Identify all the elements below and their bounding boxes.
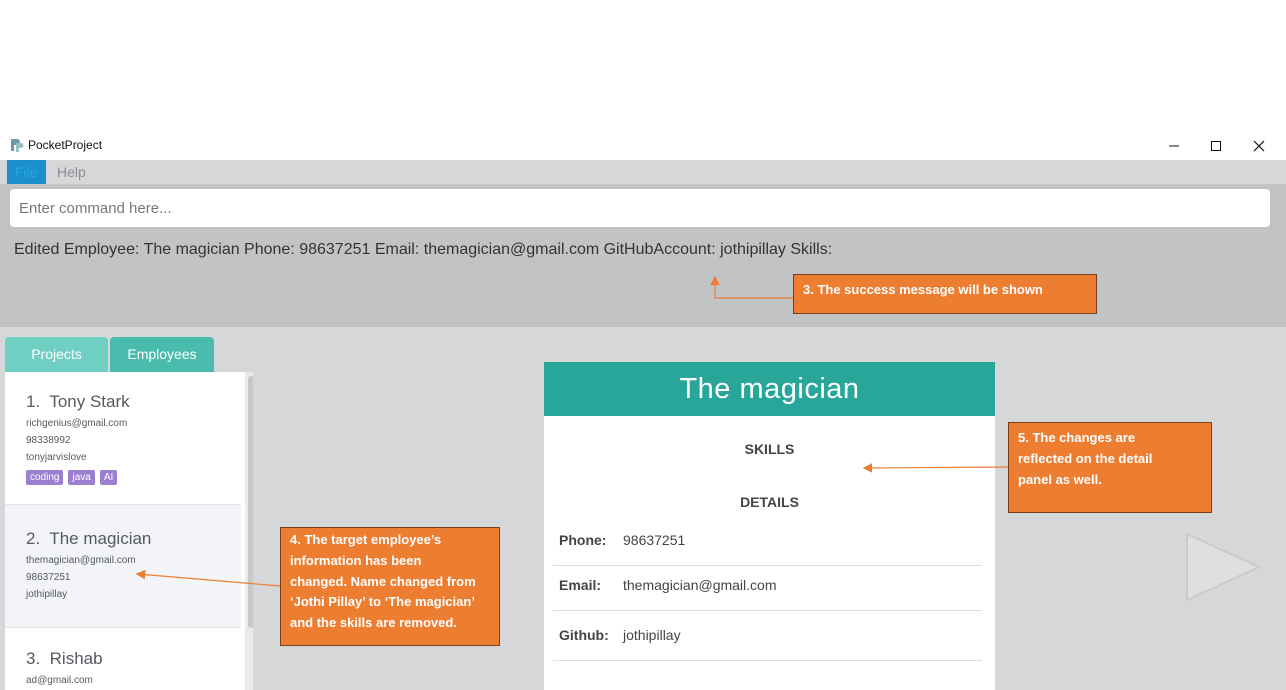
employee-card-3[interactable]: 3. Rishab ad@gmail.com <box>5 628 241 690</box>
employee-phone: 98338992 <box>26 435 71 446</box>
annotation-note-3: 3. The success message will be shown <box>793 274 1097 314</box>
result-display: Edited Employee: The magician Phone: 986… <box>14 241 833 258</box>
employee-name-text: Rishab <box>49 649 103 668</box>
annotation-line: ‘Jothi Pillay’ to ‘The magician’ <box>290 594 475 610</box>
annotation-line: panel as well. <box>1018 472 1102 487</box>
employee-name: 2. The magician <box>26 529 151 549</box>
detail-row-email: Email: themagician@gmail.com <box>553 561 982 611</box>
app-logo-icon <box>11 139 24 152</box>
employee-name: 1. Tony Stark <box>26 392 130 412</box>
maximize-icon <box>1211 141 1221 151</box>
annotation-line: 3. The success message will be shown <box>803 282 1043 297</box>
play-icon[interactable] <box>1184 532 1262 602</box>
employee-list: 1. Tony Stark richgenius@gmail.com 98338… <box>5 372 253 690</box>
employee-email: ad@gmail.com <box>26 675 93 686</box>
annotation-line: changed. Name changed from <box>290 573 476 589</box>
annotation-line: and the skills are removed. <box>290 615 457 631</box>
employee-card-1[interactable]: 1. Tony Stark richgenius@gmail.com 98338… <box>5 372 241 505</box>
skill-tag: java <box>68 470 95 485</box>
annotation-line: 4. The target employee’s <box>290 532 442 547</box>
minimize-icon <box>1169 145 1179 147</box>
annotation-line: 5. The changes are <box>1018 430 1136 445</box>
menu-file[interactable]: File <box>7 160 46 184</box>
skills-heading: SKILLS <box>744 441 795 457</box>
annotation-line: reflected on the detail <box>1018 451 1153 466</box>
close-icon <box>1253 140 1265 152</box>
detail-label: Email: <box>559 577 602 593</box>
employee-index: 1. <box>26 392 41 411</box>
employee-github: jothipillay <box>26 589 68 600</box>
detail-row-phone: Phone: 98637251 <box>553 516 982 566</box>
scrollbar-thumb[interactable] <box>248 376 253 628</box>
detail-row-github: Github: jothipillay <box>553 611 982 661</box>
employee-card-2[interactable]: 2. The magician themagician@gmail.com 98… <box>5 505 241 628</box>
menu-bar: File Help <box>0 160 1286 184</box>
employee-name-text: Tony Stark <box>49 392 130 411</box>
detail-label: Phone: <box>559 532 607 548</box>
menu-help[interactable]: Help <box>49 160 94 184</box>
detail-label: Github: <box>559 627 609 643</box>
employee-detail-panel: The magician SKILLS DETAILS Phone: 98637… <box>544 362 995 690</box>
close-button[interactable] <box>1237 132 1281 160</box>
list-scrollbar[interactable] <box>245 372 253 690</box>
skill-tag: AI <box>99 470 118 485</box>
window-title: PocketProject <box>28 138 103 152</box>
employee-name-text: The magician <box>49 529 152 548</box>
employee-index: 2. <box>26 529 41 548</box>
employee-email: themagician@gmail.com <box>26 555 136 566</box>
annotation-note-4: 4. The target employee’s information has… <box>280 527 500 646</box>
detail-value: jothipillay <box>623 627 681 643</box>
title-bar: PocketProject <box>0 132 1286 160</box>
detail-value: 98637251 <box>623 532 686 548</box>
employee-index: 3. <box>26 649 41 668</box>
annotation-note-5: 5. The changes are reflected on the deta… <box>1008 422 1212 513</box>
detail-value: themagician@gmail.com <box>623 577 777 593</box>
details-heading: DETAILS <box>740 494 799 510</box>
employee-email: richgenius@gmail.com <box>26 418 128 429</box>
minimize-button[interactable] <box>1152 132 1196 160</box>
employee-name: 3. Rishab <box>26 649 103 669</box>
employee-phone: 98637251 <box>26 572 71 583</box>
skill-tag: coding <box>26 470 64 485</box>
employee-github: tonyjarvislove <box>26 452 87 463</box>
screen: PocketProject File Help Edited Employee:… <box>0 0 1286 690</box>
maximize-button[interactable] <box>1194 132 1238 160</box>
tab-projects[interactable]: Projects <box>5 337 108 372</box>
tab-employees[interactable]: Employees <box>110 337 214 372</box>
skill-tags: coding java AI <box>26 470 118 485</box>
annotation-line: information has been <box>290 552 422 568</box>
detail-name: The magician <box>544 362 995 416</box>
command-input[interactable] <box>10 189 1270 227</box>
